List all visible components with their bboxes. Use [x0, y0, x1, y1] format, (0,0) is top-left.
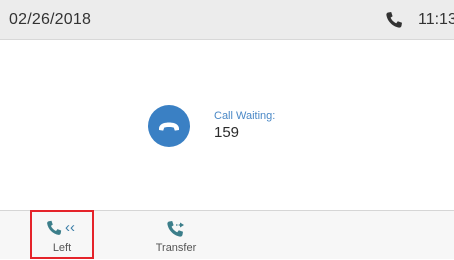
chevron-left-icon: ‹‹ — [65, 219, 75, 236]
phone-screen: 02/26/2018 11:13 Call Waiting: 159 ‹‹ Le… — [0, 0, 454, 259]
softkey-bar: ‹‹ Left Transfer — [0, 210, 454, 259]
call-number: 159 — [214, 124, 240, 141]
call-status-label: Call Waiting: — [214, 110, 276, 122]
phone-transfer-icon — [165, 219, 187, 239]
phone-handset-icon — [384, 10, 404, 30]
softkey-left[interactable]: ‹‹ Left — [30, 210, 94, 259]
phone-back-icon — [44, 219, 64, 239]
status-time: 11:13 — [418, 11, 454, 28]
hang-up-icon[interactable] — [148, 105, 190, 147]
status-bar: 02/26/2018 11:13 — [0, 0, 454, 40]
status-date: 02/26/2018 — [9, 11, 92, 28]
softkey-transfer[interactable]: Transfer — [144, 211, 208, 260]
softkey-left-label: Left — [52, 242, 72, 254]
softkey-transfer-label: Transfer — [155, 242, 197, 254]
call-area: Call Waiting: 159 — [0, 40, 454, 210]
